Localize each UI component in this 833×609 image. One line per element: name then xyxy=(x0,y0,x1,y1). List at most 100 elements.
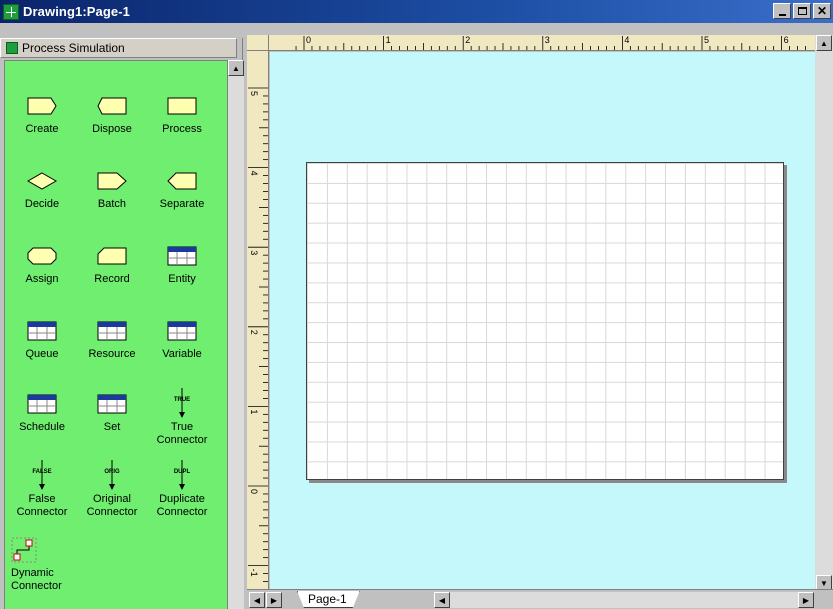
master-true-connector[interactable]: TRUE True Connector xyxy=(149,387,215,447)
connector-tag: ORIG xyxy=(104,469,120,475)
master-label: Queue xyxy=(25,348,59,360)
maximize-button[interactable] xyxy=(793,3,811,19)
stencil-scrollbar[interactable]: ▲ ▼ xyxy=(228,60,244,609)
stencil-title-bar[interactable]: Process Simulation xyxy=(0,38,237,58)
scroll-up-button[interactable]: ▲ xyxy=(228,60,244,76)
master-false-connector[interactable]: FALSE False Connector xyxy=(9,459,75,519)
canvas-horizontal-scrollbar[interactable]: ◀ ▶ xyxy=(434,592,814,608)
table-icon xyxy=(27,394,57,414)
master-label: Entity xyxy=(168,273,196,285)
master-schedule[interactable]: Schedule xyxy=(9,387,75,434)
master-label: Dynamic Connector xyxy=(11,567,62,592)
master-entity[interactable]: Entity xyxy=(149,239,215,286)
connector-tag: FALSE xyxy=(32,469,51,475)
first-page-button[interactable]: ◀ xyxy=(249,592,265,608)
master-label: Variable xyxy=(162,348,202,360)
ruler-label: 6 xyxy=(784,35,789,45)
close-button[interactable]: ✕ xyxy=(813,3,831,19)
master-assign[interactable]: Assign xyxy=(9,239,75,286)
ruler-label: 5 xyxy=(704,35,709,45)
dispose-shape-icon xyxy=(97,97,127,115)
window-titlebar[interactable]: Drawing1:Page-1 ✕ xyxy=(0,0,833,23)
master-label: Resource xyxy=(88,348,136,360)
master-label: Separate xyxy=(159,198,205,210)
arrow-down-icon: FALSE xyxy=(32,460,52,490)
page-tab-bar: ◀ ▶ Page-1 ◀ ▶ xyxy=(247,589,833,609)
master-variable[interactable]: Variable xyxy=(149,314,215,361)
vertical-ruler-ticks: 5 4 3 2 1 0 -1 xyxy=(248,87,268,590)
ruler-label: 4 xyxy=(249,171,259,176)
master-label: Decide xyxy=(24,198,60,210)
master-label: False Connector xyxy=(16,493,68,518)
table-icon xyxy=(97,394,127,414)
master-batch[interactable]: Batch xyxy=(79,164,145,211)
decide-shape-icon xyxy=(27,172,57,190)
window-title: Drawing1:Page-1 xyxy=(23,4,130,19)
arrow-down-icon: ORIG xyxy=(104,460,120,490)
master-resource[interactable]: Resource xyxy=(79,314,145,361)
dynamic-connector-icon xyxy=(11,537,37,563)
tab-page-1[interactable]: Page-1 xyxy=(297,591,360,608)
ruler-label: 1 xyxy=(249,409,259,414)
minimize-button[interactable] xyxy=(773,3,791,19)
ruler-label: 1 xyxy=(386,35,391,45)
ruler-label: 0 xyxy=(249,489,259,494)
master-set[interactable]: Set xyxy=(79,387,145,434)
master-dynamic-connector[interactable]: Dynamic Connector xyxy=(5,533,65,593)
stencil-toolbar xyxy=(0,23,243,38)
vertical-ruler: 5 4 3 2 1 0 -1 xyxy=(247,51,269,591)
stencil-masters: Create Dispose Process Decide Batch Sepa… xyxy=(4,60,228,609)
next-page-button[interactable]: ▶ xyxy=(266,592,282,608)
connector-tag: TRUE xyxy=(174,397,190,403)
drawing-canvas[interactable] xyxy=(270,52,815,589)
ruler-label: 3 xyxy=(545,35,550,45)
master-separate[interactable]: Separate xyxy=(149,164,215,211)
stencil-title: Process Simulation xyxy=(22,41,125,55)
master-create[interactable]: Create xyxy=(9,89,75,136)
master-label: Create xyxy=(25,123,59,135)
master-label: Original Connector xyxy=(86,493,138,518)
separate-shape-icon xyxy=(167,172,197,190)
drawing-app-icon[interactable] xyxy=(3,3,19,20)
master-label: Schedule xyxy=(19,421,65,433)
ruler-label: 2 xyxy=(465,35,470,45)
record-shape-icon xyxy=(97,247,127,265)
canvas-vertical-scrollbar[interactable]: ▲ ▼ xyxy=(815,35,833,591)
master-original-connector[interactable]: ORIG Original Connector xyxy=(79,459,145,519)
master-label: True Connector xyxy=(156,421,208,446)
master-label: Duplicate Connector xyxy=(156,493,208,518)
table-icon xyxy=(97,321,127,341)
ruler-label: 0 xyxy=(306,35,311,45)
horizontal-ruler: 0 1 2 3 4 5 6 xyxy=(247,35,815,51)
scroll-left-button[interactable]: ◀ xyxy=(434,592,450,608)
batch-shape-icon xyxy=(97,172,127,190)
create-shape-icon xyxy=(27,97,57,115)
drawing-page[interactable] xyxy=(306,162,784,480)
ruler-label: 3 xyxy=(249,250,259,255)
horizontal-ruler-ticks: 0 1 2 3 4 5 6 xyxy=(295,35,806,50)
master-queue[interactable]: Queue xyxy=(9,314,75,361)
master-dispose[interactable]: Dispose xyxy=(79,89,145,136)
ruler-label: 5 xyxy=(249,91,259,96)
master-label: Assign xyxy=(25,273,59,285)
process-shape-icon xyxy=(167,97,197,115)
stencil-icon xyxy=(6,42,18,54)
arrow-down-icon: DUPL xyxy=(174,460,190,490)
master-label: Batch xyxy=(97,198,127,210)
scroll-right-button[interactable]: ▶ xyxy=(798,592,814,608)
ruler-label: 2 xyxy=(249,330,259,335)
master-decide[interactable]: Decide xyxy=(9,164,75,211)
master-label: Set xyxy=(103,421,121,433)
assign-shape-icon xyxy=(27,247,57,265)
tab-label: Page-1 xyxy=(308,592,347,606)
master-process[interactable]: Process xyxy=(149,89,215,136)
ruler-label: -1 xyxy=(249,569,259,577)
stencil-panel: Process Simulation Create Dispose Proces… xyxy=(0,23,244,609)
master-label: Dispose xyxy=(92,123,132,135)
master-record[interactable]: Record xyxy=(79,239,145,286)
scroll-up-button[interactable]: ▲ xyxy=(816,35,832,51)
master-duplicate-connector[interactable]: DUPL Duplicate Connector xyxy=(149,459,215,519)
ruler-label: 4 xyxy=(624,35,629,45)
table-icon xyxy=(167,246,197,266)
ruler-corner[interactable] xyxy=(247,35,269,51)
